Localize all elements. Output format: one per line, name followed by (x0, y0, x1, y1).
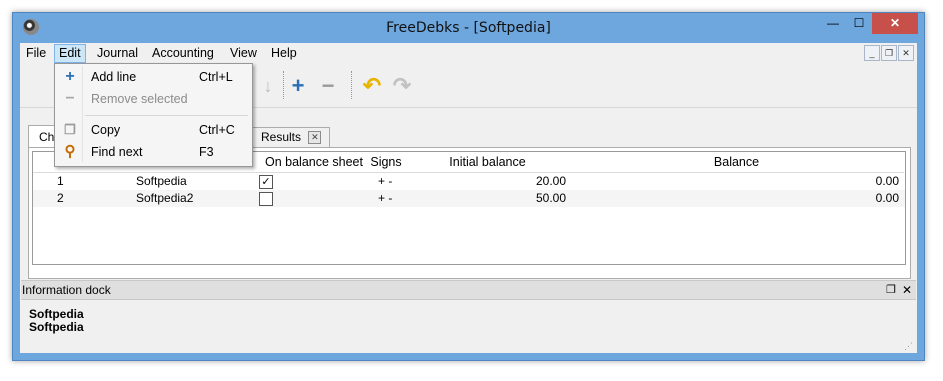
redo-icon[interactable]: ↷ (391, 75, 413, 97)
menu-item-shortcut: Ctrl+C (199, 123, 235, 137)
search-icon: ⚲ (64, 143, 76, 160)
tab-chart-label: Ch (39, 130, 55, 144)
menu-bar: File Edit Journal Accounting View Help _… (20, 43, 917, 63)
dock-line: Softpedia (29, 320, 84, 334)
window-title: FreeDebks - [Softpedia] (386, 20, 551, 36)
information-dock: Information dock ❐ ✕ Softpedia Softpedia… (21, 280, 916, 353)
on-balance-sheet-checkbox[interactable]: ✓ (259, 175, 273, 189)
signs-cell: + - (378, 174, 393, 188)
column-header-balance[interactable]: Balance (569, 152, 904, 173)
mdi-restore-button[interactable]: ❐ (881, 45, 897, 61)
on-balance-sheet-checkbox[interactable] (259, 192, 273, 206)
table-row[interactable]: 1 Softpedia ✓ + - 20.00 0.00 (33, 173, 905, 190)
accounts-table: On balance sheet Signs Initial balance B… (32, 151, 906, 265)
close-button[interactable]: ✕ (872, 13, 918, 34)
menu-item-add-line[interactable]: + Add line Ctrl+L (57, 66, 250, 88)
toolbar-separator (351, 71, 353, 99)
dock-content: Softpedia Softpedia (29, 308, 84, 334)
maximize-button[interactable]: ☐ (846, 13, 872, 34)
account-name: Softpedia (136, 174, 187, 188)
mdi-minimize-button[interactable]: _ (864, 45, 880, 61)
menu-view[interactable]: View (226, 45, 261, 62)
undo-icon[interactable]: ↶ (361, 75, 383, 97)
title-bar[interactable]: FreeDebks - [Softpedia] — ☐ ✕ (13, 13, 924, 43)
balance-cell: 0.00 (875, 191, 899, 205)
down-arrow-icon[interactable]: ↓ (257, 75, 279, 97)
signs-cell: + - (378, 191, 393, 205)
menu-item-label: Add line (91, 70, 137, 84)
add-icon[interactable]: + (287, 75, 309, 97)
row-number: 1 (57, 174, 64, 188)
column-header-signs[interactable]: Signs (366, 152, 407, 173)
menu-edit[interactable]: Edit (54, 44, 86, 63)
edit-menu-dropdown: + Add line Ctrl+L − Remove selected ❐ Co… (54, 63, 253, 167)
menu-separator (85, 115, 248, 116)
mdi-close-button[interactable]: ✕ (898, 45, 914, 61)
tab-results[interactable]: Results ✕ (252, 127, 331, 147)
column-header-on-balance-sheet[interactable]: On balance sheet (262, 152, 367, 173)
menu-item-remove-selected[interactable]: − Remove selected (57, 88, 250, 110)
menu-help[interactable]: Help (267, 45, 301, 62)
resize-grip-icon[interactable]: ⋰ (904, 341, 914, 351)
initial-balance-cell: 50.00 (535, 191, 566, 205)
table-row[interactable]: 2 Softpedia2 + - 50.00 0.00 (33, 190, 905, 207)
add-icon: + (65, 68, 75, 85)
remove-icon[interactable]: − (317, 75, 339, 97)
menu-item-label: Copy (91, 123, 121, 137)
balance-cell: 0.00 (875, 174, 899, 188)
minimize-button[interactable]: — (820, 13, 846, 34)
column-header-initial-balance[interactable]: Initial balance (406, 152, 570, 173)
row-number: 2 (57, 191, 64, 205)
dock-header: Information dock ❐ ✕ (21, 280, 916, 300)
close-tab-icon[interactable]: ✕ (308, 131, 322, 145)
initial-balance-cell: 20.00 (535, 174, 566, 188)
menu-item-label: Find next (91, 145, 143, 159)
menu-item-find-next[interactable]: ⚲ Find next F3 (57, 141, 250, 163)
menu-file[interactable]: File (22, 45, 50, 62)
menu-item-copy[interactable]: ❐ Copy Ctrl+C (57, 119, 250, 141)
toolbar-separator (283, 71, 285, 99)
menu-item-label: Remove selected (91, 92, 188, 106)
dock-close-icon[interactable]: ✕ (902, 281, 912, 299)
tab-results-label: Results (261, 130, 302, 144)
menu-journal[interactable]: Journal (93, 45, 142, 62)
copy-icon: ❐ (64, 122, 76, 137)
menu-item-shortcut: Ctrl+L (199, 70, 233, 84)
account-name: Softpedia2 (136, 191, 194, 205)
dock-float-icon[interactable]: ❐ (886, 281, 896, 299)
dock-title: Information dock (22, 283, 111, 297)
menu-accounting[interactable]: Accounting (148, 45, 218, 62)
menu-item-shortcut: F3 (199, 145, 214, 159)
remove-icon: − (65, 90, 75, 107)
